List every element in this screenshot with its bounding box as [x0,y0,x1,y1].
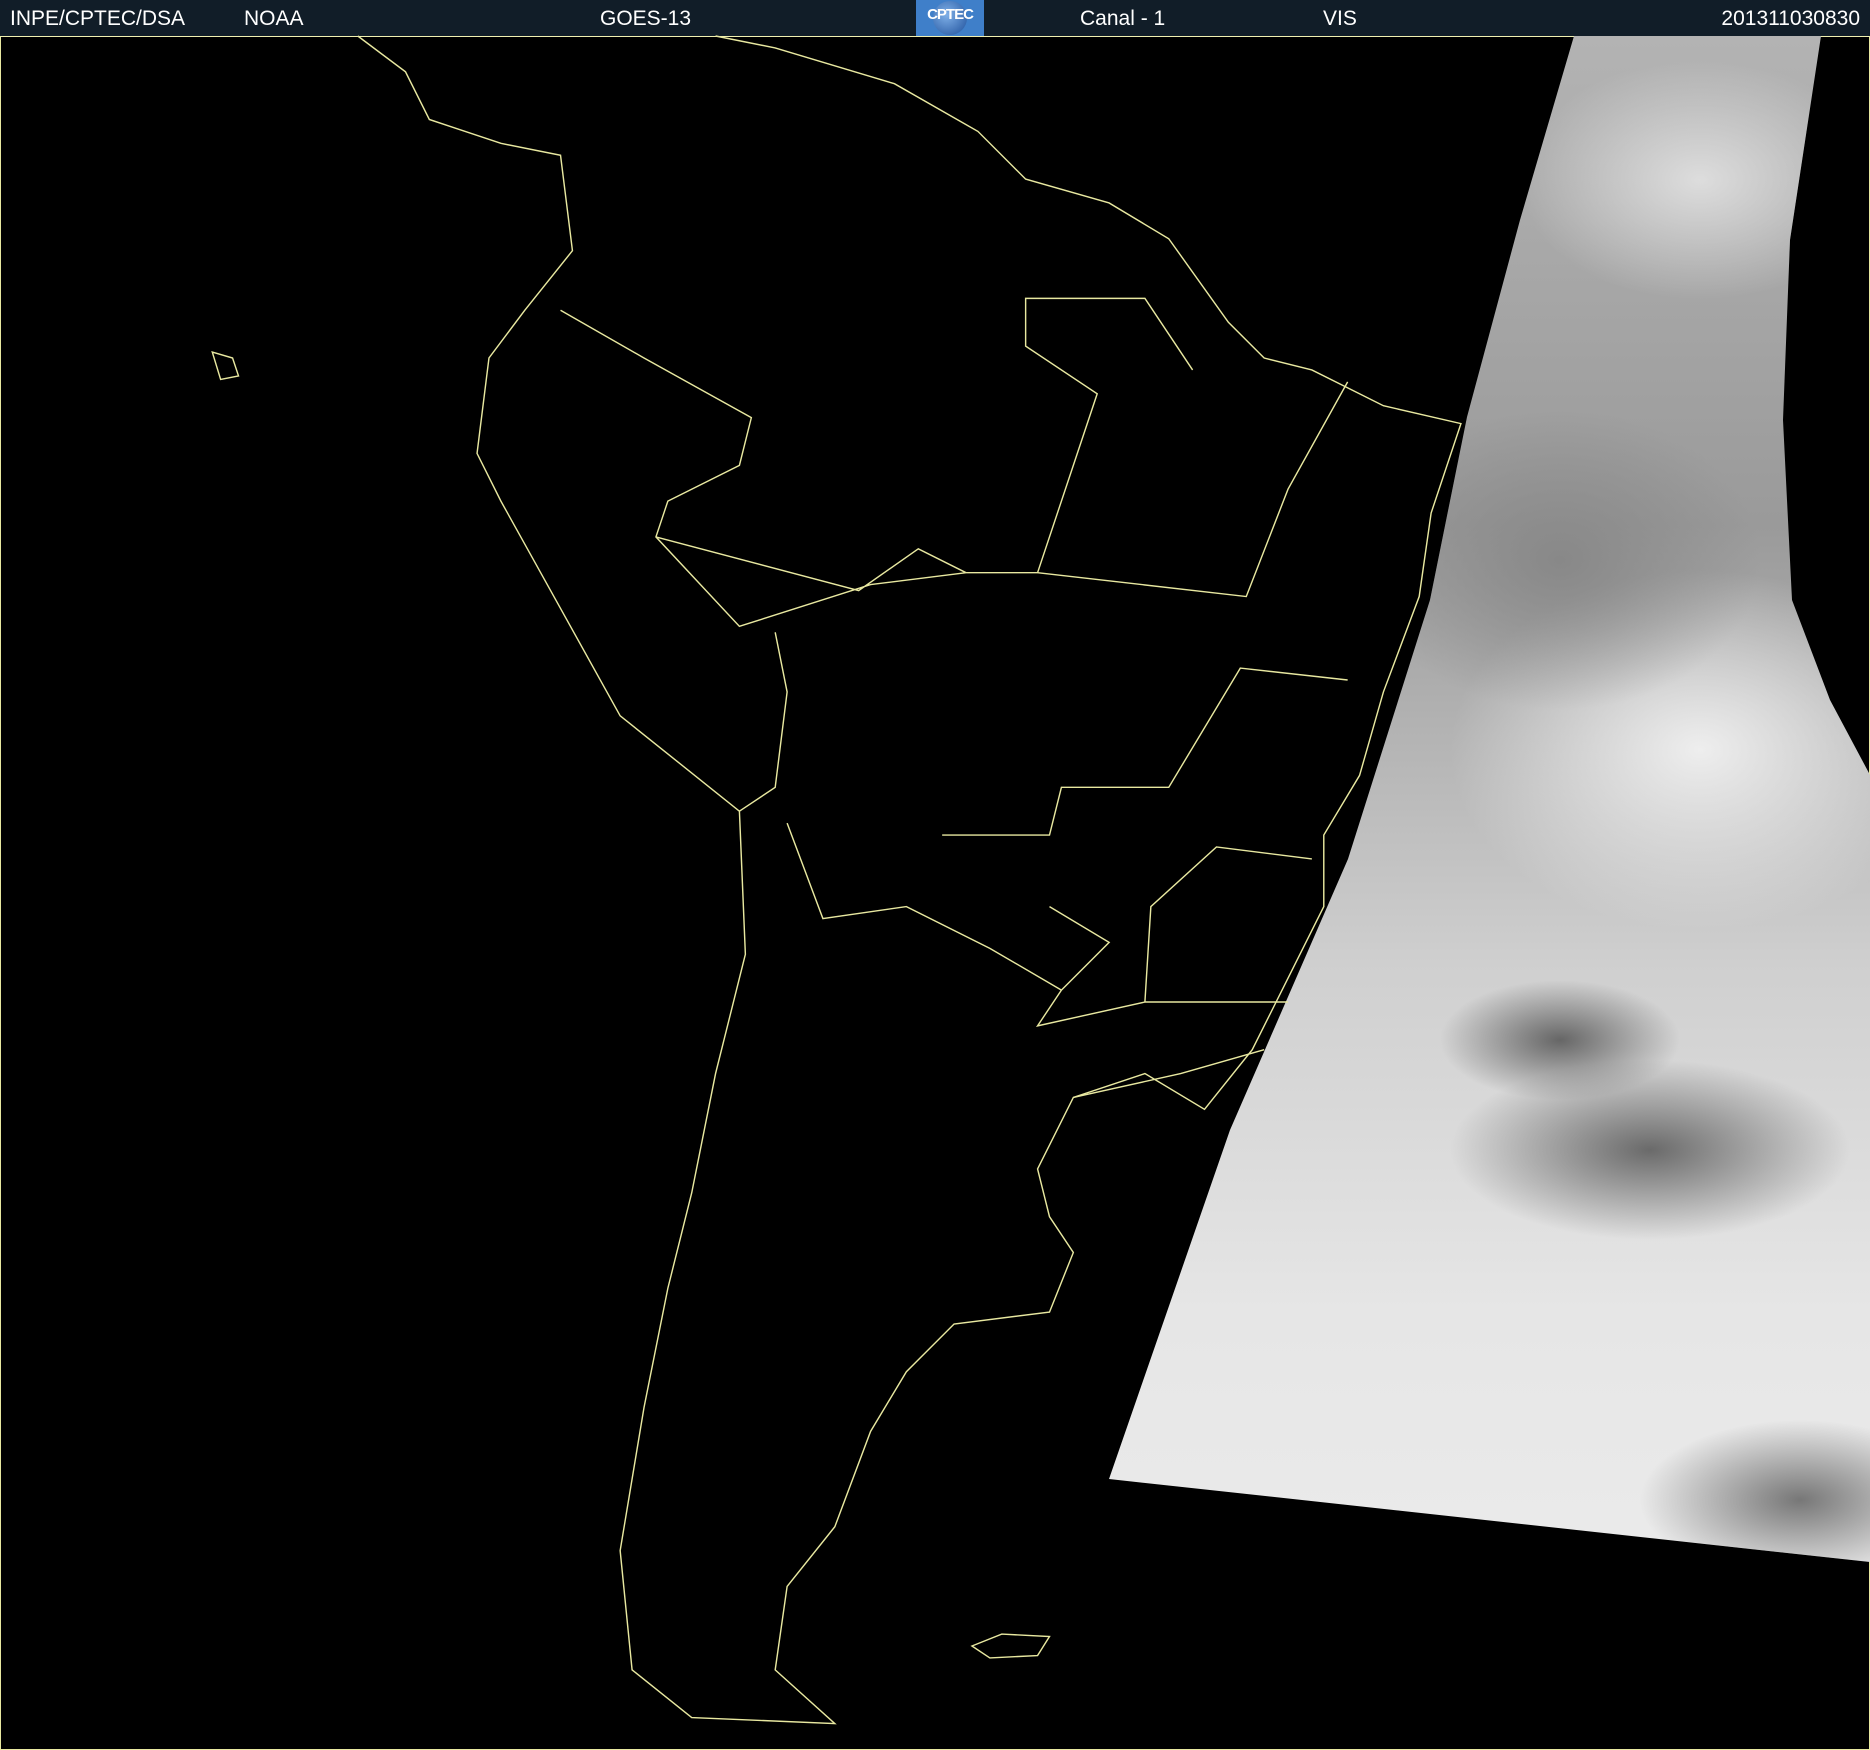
coastline-overlay [211,35,1462,1725]
country-borders [560,297,1349,1099]
south-america-coastline [357,35,1462,1725]
falkland-islands [970,1633,1051,1659]
galapagos-islands [211,350,240,381]
